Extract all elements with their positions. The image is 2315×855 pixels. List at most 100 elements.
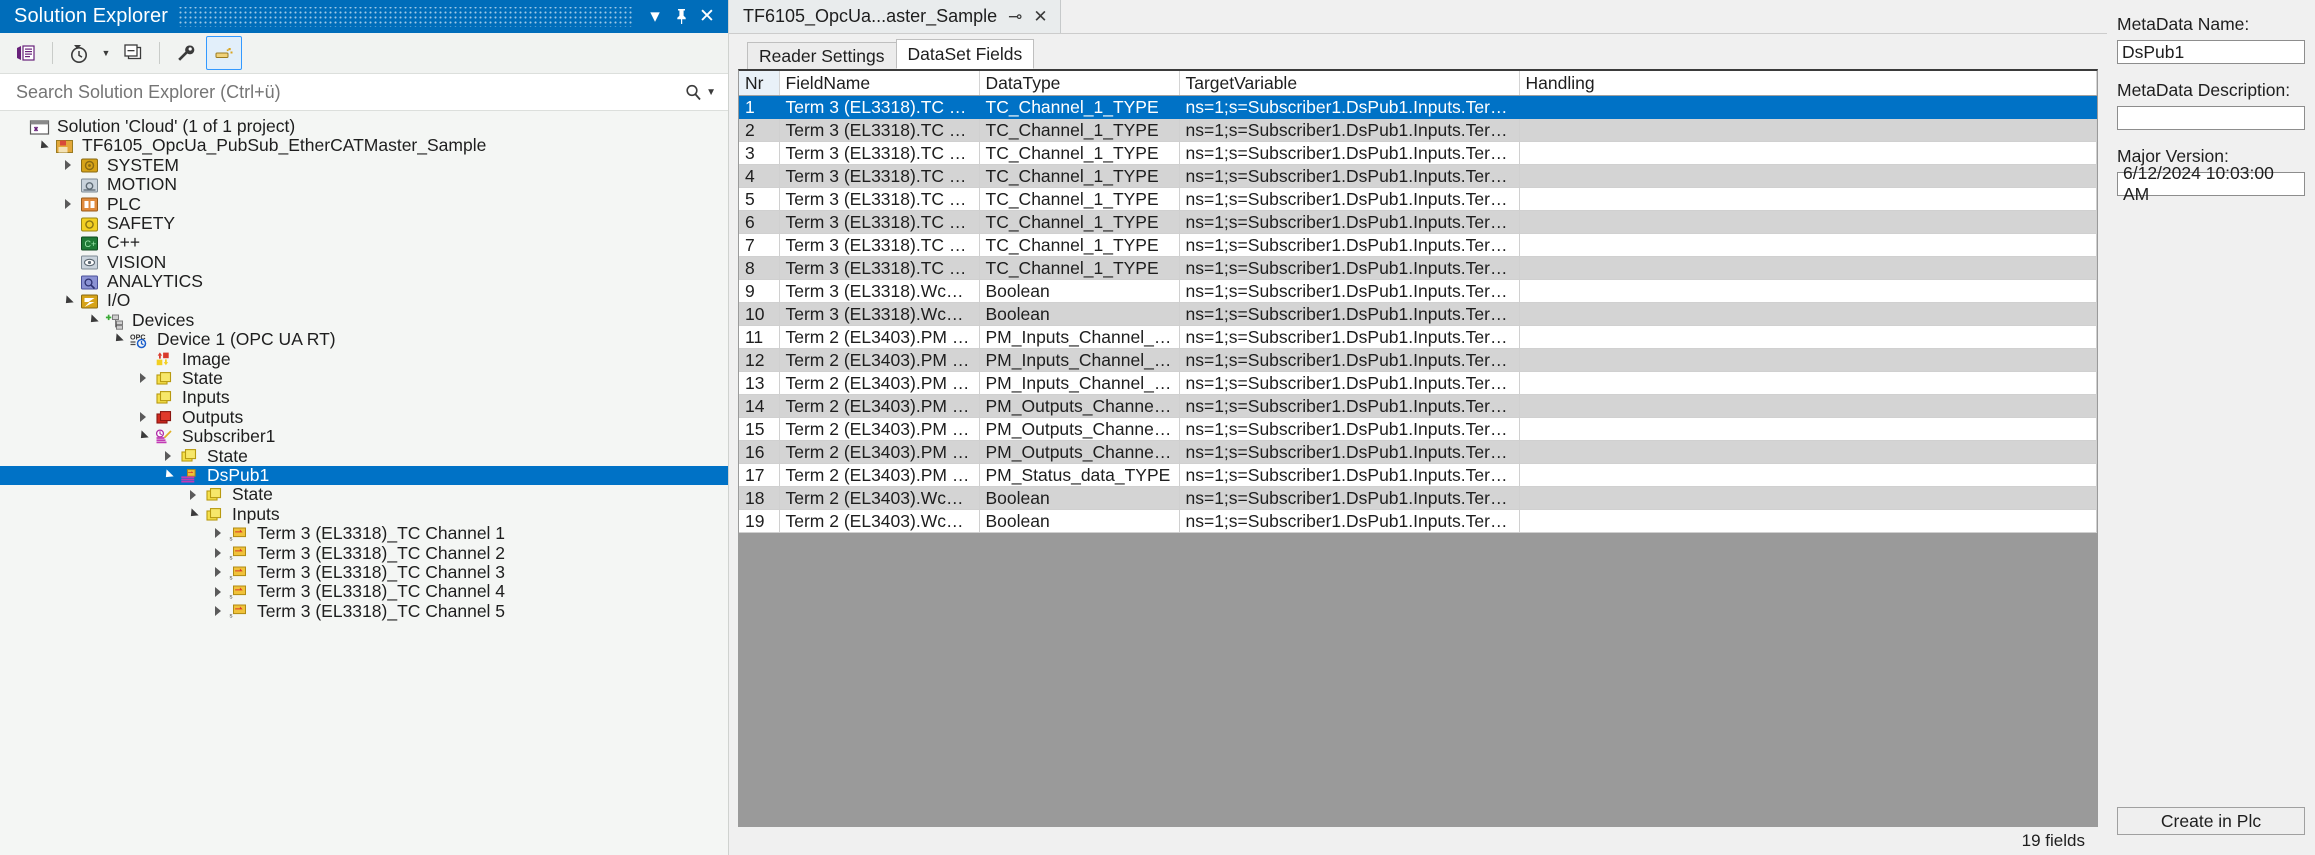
search-input[interactable]: [14, 80, 685, 104]
cell-fieldname[interactable]: Term 2 (EL3403).PM Inputs Cha...: [779, 371, 980, 395]
dataset-fields-grid[interactable]: Nr FieldName DataType TargetVariable Han…: [739, 71, 2097, 533]
tree-node[interactable]: State: [0, 369, 728, 388]
table-row[interactable]: 12Term 2 (EL3403).PM Inputs Cha...PM_Inp…: [739, 348, 2097, 372]
table-row[interactable]: 14Term 2 (EL3403).PM Outputs C...PM_Outp…: [739, 394, 2097, 418]
cell-nr[interactable]: 13: [739, 371, 780, 395]
cell-fieldname[interactable]: Term 3 (EL3318).TC Channel 7: [779, 233, 980, 257]
cell-datatype[interactable]: TC_Channel_1_TYPE: [979, 164, 1180, 188]
tree-node[interactable]: s Term 3 (EL3318)_TC Channel 5: [0, 602, 728, 621]
cell-handling[interactable]: [1519, 417, 2097, 441]
expander-closed-icon[interactable]: [137, 372, 150, 385]
expander-closed-icon[interactable]: [212, 605, 225, 618]
pin-icon[interactable]: [668, 4, 694, 30]
document-pin-icon[interactable]: ⊸: [1008, 7, 1022, 27]
cell-nr[interactable]: 19: [739, 509, 780, 533]
cell-targetvariable[interactable]: ns=1;s=Subscriber1.DsPub1.Inputs.Term 3 …: [1179, 95, 1520, 119]
tree-node[interactable]: PLC: [0, 195, 728, 214]
expander-closed-icon[interactable]: [212, 527, 225, 540]
cell-datatype[interactable]: PM_Outputs_Channel_1_TYPE: [979, 417, 1180, 441]
tree-node[interactable]: s Term 3 (EL3318)_TC Channel 4: [0, 582, 728, 601]
cell-fieldname[interactable]: Term 3 (EL3318).TC Channel 8: [779, 256, 980, 280]
tree-node[interactable]: OPC Device 1 (OPC UA RT): [0, 330, 728, 349]
tree-node[interactable]: TF6105_OpcUa_PubSub_EtherCATMaster_Sampl…: [0, 136, 728, 155]
cell-fieldname[interactable]: Term 3 (EL3318).TC Channel 3: [779, 141, 980, 165]
cell-nr[interactable]: 3: [739, 141, 780, 165]
cell-fieldname[interactable]: Term 3 (EL3318).TC Channel 1: [779, 95, 980, 119]
table-row[interactable]: 17Term 2 (EL3403).PM Status dataPM_Statu…: [739, 463, 2097, 487]
cell-handling[interactable]: [1519, 279, 2097, 303]
cell-fieldname[interactable]: Term 3 (EL3318).TC Channel 6: [779, 210, 980, 234]
table-row[interactable]: 4Term 3 (EL3318).TC Channel 4TC_Channel_…: [739, 164, 2097, 188]
column-header-nr[interactable]: Nr: [739, 71, 780, 96]
expander-closed-icon[interactable]: [212, 547, 225, 560]
cell-datatype[interactable]: TC_Channel_1_TYPE: [979, 187, 1180, 211]
tree-node[interactable]: State: [0, 447, 728, 466]
cell-targetvariable[interactable]: ns=1;s=Subscriber1.DsPub1.Inputs.Term 2 …: [1179, 440, 1520, 464]
cell-fieldname[interactable]: Term 2 (EL3403).WcState.Input...: [779, 486, 980, 510]
expander-open-icon[interactable]: [37, 140, 50, 153]
cell-targetvariable[interactable]: ns=1;s=Subscriber1.DsPub1.Inputs.Term 2 …: [1179, 371, 1520, 395]
cell-nr[interactable]: 7: [739, 233, 780, 257]
pending-changes-icon[interactable]: [61, 36, 97, 70]
cell-datatype[interactable]: TC_Channel_1_TYPE: [979, 118, 1180, 142]
cell-datatype[interactable]: PM_Inputs_Channel_1_TYPE: [979, 348, 1180, 372]
cell-nr[interactable]: 1: [739, 95, 780, 119]
properties-icon[interactable]: [168, 36, 204, 70]
document-close-icon[interactable]: ✕: [1033, 7, 1047, 27]
cell-nr[interactable]: 15: [739, 417, 780, 441]
cell-handling[interactable]: [1519, 164, 2097, 188]
cell-targetvariable[interactable]: ns=1;s=Subscriber1.DsPub1.Inputs.Term 3 …: [1179, 233, 1520, 257]
cell-targetvariable[interactable]: ns=1;s=Subscriber1.DsPub1.Inputs.Term 3 …: [1179, 118, 1520, 142]
expander-closed-icon[interactable]: [62, 198, 75, 211]
expander-open-icon[interactable]: [62, 295, 75, 308]
cell-nr[interactable]: 8: [739, 256, 780, 280]
column-header-handling[interactable]: Handling: [1519, 71, 2097, 96]
table-row[interactable]: 6Term 3 (EL3318).TC Channel 6TC_Channel_…: [739, 210, 2097, 234]
tree-node[interactable]: SYSTEM: [0, 156, 728, 175]
cell-datatype[interactable]: PM_Outputs_Channel_1_TYPE: [979, 394, 1180, 418]
cell-targetvariable[interactable]: ns=1;s=Subscriber1.DsPub1.Inputs.Term 3 …: [1179, 210, 1520, 234]
tree-node[interactable]: I/O: [0, 292, 728, 311]
cell-datatype[interactable]: PM_Inputs_Channel_1_TYPE: [979, 371, 1180, 395]
table-row[interactable]: 11Term 2 (EL3403).PM Inputs Cha...PM_Inp…: [739, 325, 2097, 349]
column-header-fieldname[interactable]: FieldName: [779, 71, 980, 96]
cell-targetvariable[interactable]: ns=1;s=Subscriber1.DsPub1.Inputs.Term 3 …: [1179, 279, 1520, 303]
home-icon[interactable]: [8, 36, 44, 70]
tree-node[interactable]: Inputs: [0, 505, 728, 524]
expander-closed-icon[interactable]: [137, 411, 150, 424]
tree-node[interactable]: Inputs: [0, 388, 728, 407]
cell-datatype[interactable]: Boolean: [979, 302, 1180, 326]
cell-handling[interactable]: [1519, 210, 2097, 234]
cell-fieldname[interactable]: Term 2 (EL3403).PM Status data: [779, 463, 980, 487]
expander-open-icon[interactable]: [187, 508, 200, 521]
metadata-description-field[interactable]: [2117, 106, 2305, 130]
expander-closed-icon[interactable]: [162, 450, 175, 463]
expander-closed-icon[interactable]: [62, 159, 75, 172]
cell-fieldname[interactable]: Term 2 (EL3403).PM Outputs C...: [779, 417, 980, 441]
cell-targetvariable[interactable]: ns=1;s=Subscriber1.DsPub1.Inputs.Term 2 …: [1179, 348, 1520, 372]
cell-nr[interactable]: 2: [739, 118, 780, 142]
table-row[interactable]: 7Term 3 (EL3318).TC Channel 7TC_Channel_…: [739, 233, 2097, 257]
table-row[interactable]: 19Term 2 (EL3403).WcState.WcS...Booleann…: [739, 509, 2097, 533]
cell-datatype[interactable]: Boolean: [979, 509, 1180, 533]
expander-closed-icon[interactable]: [187, 489, 200, 502]
chevron-down-icon[interactable]: ▼: [99, 37, 113, 69]
solution-tree[interactable]: Solution 'Cloud' (1 of 1 project) TF6105_…: [0, 111, 728, 855]
cell-handling[interactable]: [1519, 463, 2097, 487]
column-header-targetvariable[interactable]: TargetVariable: [1179, 71, 1520, 96]
cell-fieldname[interactable]: Term 3 (EL3318).TC Channel 5: [779, 187, 980, 211]
tree-node[interactable]: Image: [0, 350, 728, 369]
cell-handling[interactable]: [1519, 256, 2097, 280]
cell-handling[interactable]: [1519, 95, 2097, 119]
cell-targetvariable[interactable]: ns=1;s=Subscriber1.DsPub1.Inputs.Term 3 …: [1179, 141, 1520, 165]
cell-targetvariable[interactable]: ns=1;s=Subscriber1.DsPub1.Inputs.Term 2 …: [1179, 463, 1520, 487]
create-in-plc-button[interactable]: Create in Plc: [2117, 807, 2305, 835]
expander-closed-icon[interactable]: [212, 566, 225, 579]
cell-nr[interactable]: 12: [739, 348, 780, 372]
cell-targetvariable[interactable]: ns=1;s=Subscriber1.DsPub1.Inputs.Term 2 …: [1179, 509, 1520, 533]
cell-targetvariable[interactable]: ns=1;s=Subscriber1.DsPub1.Inputs.Term 2 …: [1179, 417, 1520, 441]
major-version-field[interactable]: 6/12/2024 10:03:00 AM: [2117, 163, 2305, 204]
tree-node[interactable]: State: [0, 485, 728, 504]
tree-node[interactable]: MOTION: [0, 175, 728, 194]
column-header-datatype[interactable]: DataType: [979, 71, 1180, 96]
